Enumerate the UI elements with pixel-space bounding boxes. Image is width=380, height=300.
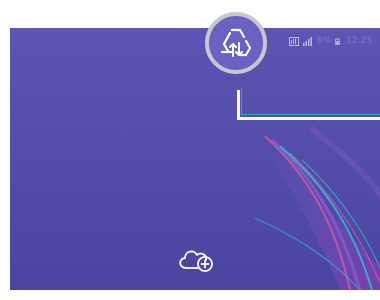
cloud-upload-icon[interactable] — [176, 244, 216, 272]
battery-percent: 8% — [316, 36, 332, 46]
status-time: 12:25 — [346, 36, 372, 46]
status-bar: 8% 12:25 — [288, 35, 372, 47]
data-saver-icon — [220, 28, 252, 57]
data-saver-callout[interactable] — [205, 12, 267, 74]
battery-icon — [335, 37, 340, 45]
tutorial-illustration: 8% 12:25 — [0, 0, 380, 300]
signal-icon — [302, 36, 312, 46]
hd-icon — [288, 36, 299, 46]
highlight-connector-inner — [241, 88, 380, 115]
